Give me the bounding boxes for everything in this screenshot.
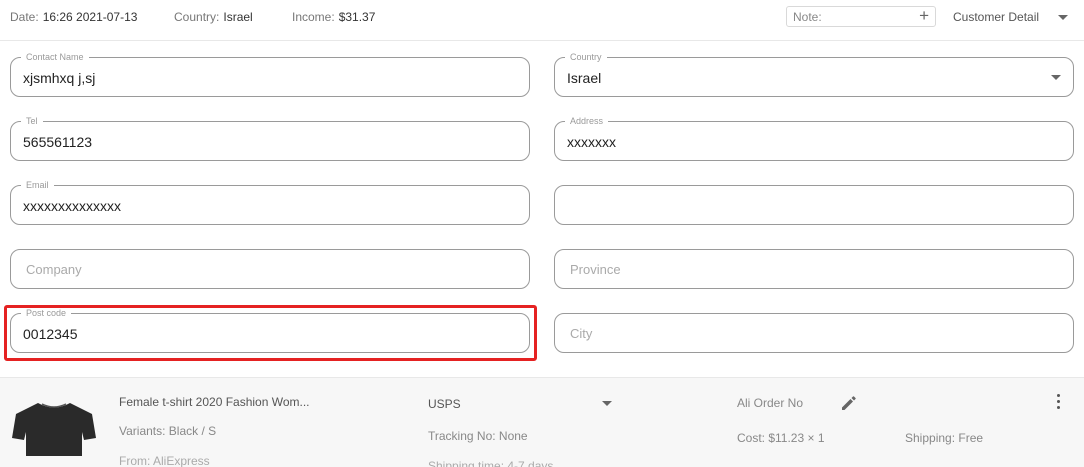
company-placeholder: Company — [26, 262, 82, 277]
tshirt-image — [12, 403, 96, 456]
email-label: Email — [21, 179, 54, 191]
product-source: From: AliExpress — [119, 454, 210, 467]
address2-field[interactable] — [554, 185, 1074, 225]
post-code-label: Post code — [21, 307, 72, 319]
note-placeholder: Note: — [793, 10, 822, 24]
city-field[interactable]: City — [554, 313, 1074, 353]
contact-name-field[interactable]: Contact Name xjsmhxq j,sj — [10, 51, 530, 97]
product-row: Female t-shirt 2020 Fashion Wom... Varia… — [0, 377, 1084, 467]
email-field[interactable]: Email xxxxxxxxxxxxxx — [10, 179, 530, 225]
order-country: Country: Israel — [174, 10, 253, 24]
date-label: Date: — [10, 10, 39, 24]
address-label: Address — [565, 115, 609, 127]
contact-name-label: Contact Name — [21, 51, 89, 63]
company-field[interactable]: Company — [10, 249, 530, 289]
order-header-bar: Date: 16:26 2021-07-13 Country: Israel Inc… — [0, 0, 1084, 41]
tel-label: Tel — [21, 115, 43, 127]
add-note-icon[interactable]: + — [919, 6, 929, 26]
chevron-down-icon[interactable] — [602, 401, 612, 406]
income-label: Income: — [292, 10, 335, 24]
tel-field[interactable]: Tel 565561123 — [10, 115, 530, 161]
chevron-down-icon[interactable] — [1058, 15, 1068, 20]
date-value: 16:26 2021-07-13 — [42, 10, 138, 24]
contact-name-value: xjsmhxq j,sj — [23, 70, 96, 86]
edit-pencil-icon[interactable] — [840, 394, 858, 412]
income-value: $31.37 — [338, 10, 376, 24]
country-select[interactable]: Country Israel — [554, 51, 1074, 97]
tracking-number: Tracking No: None — [428, 429, 528, 443]
chevron-down-icon[interactable] — [1051, 75, 1061, 80]
more-options-icon[interactable] — [1053, 394, 1063, 412]
product-shipping: Shipping: Free — [905, 431, 984, 445]
email-value: xxxxxxxxxxxxxx — [23, 198, 121, 214]
order-income: Income: $31.37 — [292, 10, 375, 24]
country-field-label: Country — [565, 51, 607, 63]
product-title[interactable]: Female t-shirt 2020 Fashion Wom... — [119, 395, 310, 409]
customer-detail-toggle[interactable]: Customer Detail — [953, 10, 1039, 24]
country-value: Israel — [223, 10, 253, 24]
order-date: Date: 16:26 2021-07-13 — [10, 10, 137, 24]
product-cost: Cost: $11.23 × 1 — [737, 431, 825, 445]
tel-value: 565561123 — [23, 134, 93, 150]
province-field[interactable]: Province — [554, 249, 1074, 289]
country-field-value: Israel — [567, 70, 602, 86]
city-placeholder: City — [570, 326, 593, 341]
note-input[interactable]: Note: + — [786, 6, 936, 27]
post-code-value: 0012345 — [23, 326, 78, 342]
ali-order-label: Ali Order No — [737, 396, 804, 410]
country-label: Country: — [174, 10, 220, 24]
post-code-field[interactable]: Post code 0012345 — [10, 307, 530, 353]
shipping-time: Shipping time: 4-7 days — [428, 459, 554, 467]
province-placeholder: Province — [570, 262, 621, 277]
shipping-method-select[interactable]: USPS — [428, 397, 461, 411]
address-field[interactable]: Address xxxxxxx — [554, 115, 1074, 161]
product-variants: Variants: Black / S — [119, 424, 217, 438]
address-value: xxxxxxx — [567, 134, 616, 150]
